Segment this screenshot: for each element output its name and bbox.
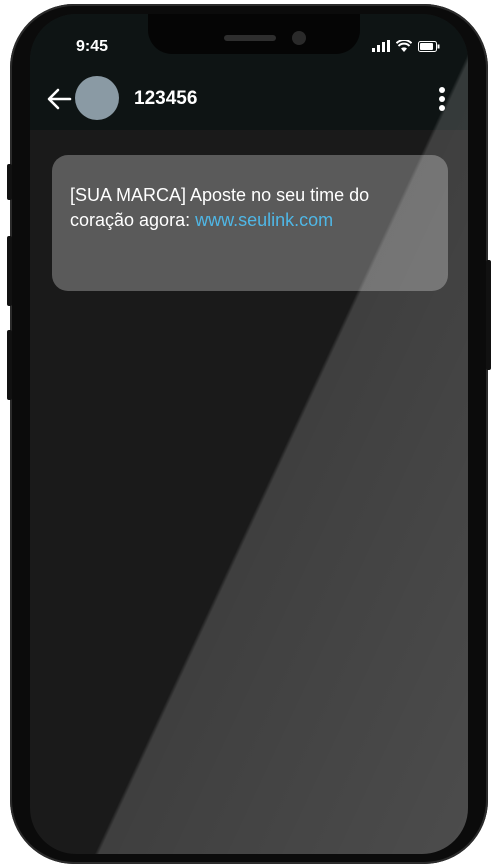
phone-screen: 9:45 123456 [SUA MARCA] Aposte no seu ti… <box>30 14 468 854</box>
side-button <box>486 260 491 370</box>
message-text: [SUA MARCA] Aposte no seu time do coraçã… <box>70 183 432 233</box>
side-button <box>7 236 12 306</box>
contact-name[interactable]: 123456 <box>134 88 197 110</box>
battery-icon <box>418 40 440 52</box>
arrow-left-icon[interactable] <box>42 82 76 116</box>
side-button <box>7 330 12 400</box>
front-camera <box>292 31 306 45</box>
more-vert-icon[interactable] <box>434 84 450 114</box>
message-bubble[interactable]: [SUA MARCA] Aposte no seu time do coraçã… <box>52 155 448 291</box>
signal-icon <box>372 40 390 52</box>
conversation-header: 123456 <box>30 70 468 130</box>
side-button <box>7 164 12 200</box>
avatar[interactable] <box>75 76 119 120</box>
status-time: 9:45 <box>76 38 109 55</box>
speaker-grille <box>224 35 276 41</box>
notch <box>148 14 360 54</box>
status-bar: 9:45 <box>30 14 468 70</box>
wifi-icon <box>396 40 412 52</box>
status-icons <box>372 40 440 52</box>
message-link[interactable]: www.seulink.com <box>195 210 333 230</box>
screen-glare <box>30 14 468 854</box>
